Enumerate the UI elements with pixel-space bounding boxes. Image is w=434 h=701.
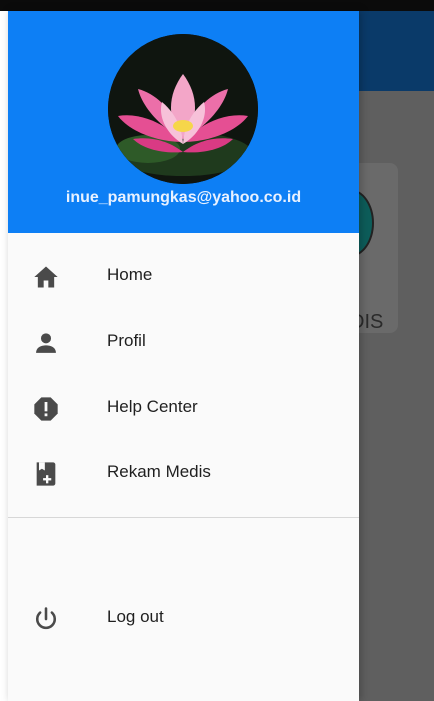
menu-item-label: Log out [107, 607, 164, 626]
menu-item-home[interactable]: Home [8, 251, 359, 303]
user-email: inue_pamungkas@yahoo.co.id [65, 189, 302, 206]
app-screen: DIS inue_pamungkas@yahoo.co.id Home Prof… [0, 0, 434, 701]
drawer-header: inue_pamungkas@yahoo.co.id [8, 11, 359, 233]
home-icon [34, 266, 58, 288]
status-bar [0, 0, 434, 11]
menu-item-help-center[interactable]: Help Center [8, 383, 359, 435]
menu-item-rekam-medis[interactable]: Rekam Medis [8, 448, 359, 500]
menu-item-profil[interactable]: Profil [8, 317, 359, 369]
medical-record-icon [36, 462, 56, 486]
person-icon [36, 333, 56, 353]
lotus-flower-image [108, 34, 258, 184]
navigation-drawer: inue_pamungkas@yahoo.co.id Home Profil H… [8, 11, 359, 701]
power-icon [35, 607, 57, 630]
menu-item-logout[interactable]: Log out [8, 593, 359, 645]
menu-item-label: Profil [107, 331, 146, 350]
avatar[interactable] [108, 34, 258, 184]
alert-octagon-icon [34, 397, 58, 421]
menu-item-label: Help Center [107, 397, 198, 416]
menu-divider [8, 517, 359, 518]
menu-item-label: Home [107, 265, 153, 284]
menu-item-label: Rekam Medis [107, 462, 211, 481]
